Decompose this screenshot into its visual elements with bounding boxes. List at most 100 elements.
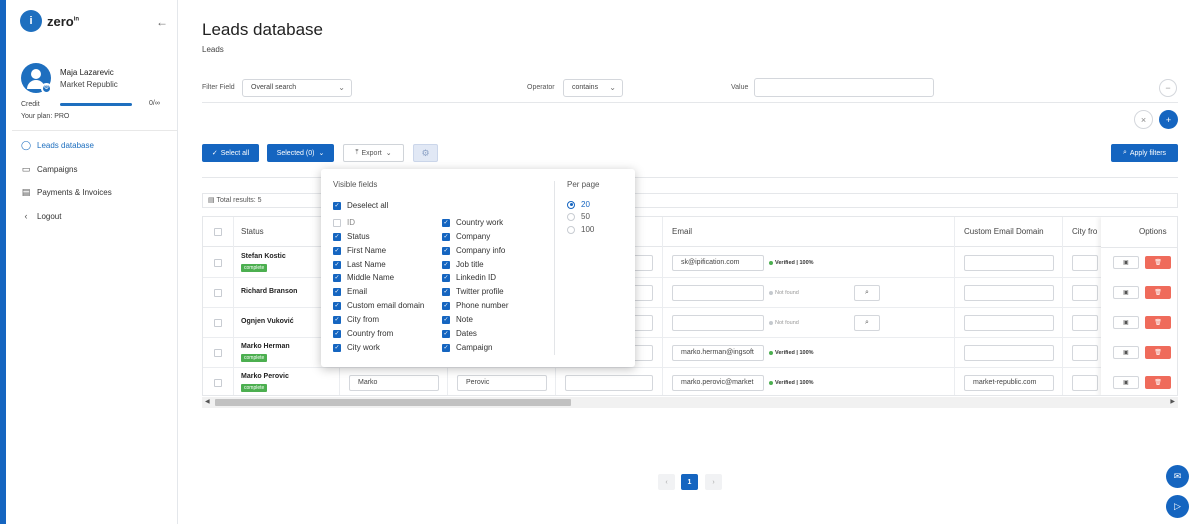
apply-filters-button[interactable]: ⌕ Apply filters [1111,144,1178,162]
first-name-input[interactable]: Marko [349,375,439,391]
field-toggle-country-work[interactable]: Country work [442,217,503,228]
last-name-input[interactable]: Perovic [457,375,547,391]
delete-lead-icon[interactable]: 🗑 [1145,346,1171,359]
view-lead-icon[interactable]: ▣ [1113,316,1139,329]
app-logo[interactable]: i zeroin [20,10,79,32]
sidebar-item-leads-database[interactable]: ◯ Leads database [20,140,94,151]
chat-icon[interactable]: ✉ [1166,465,1189,488]
view-lead-icon[interactable]: ▣ [1113,376,1139,389]
clear-filters-icon[interactable]: × [1134,110,1153,129]
sidebar-item-logout[interactable]: ‹ Logout [20,211,62,221]
email-input[interactable]: sk@ipification.com [672,255,764,271]
settings-badge-icon[interactable]: ⚙ [41,83,52,94]
row-checkbox[interactable] [214,349,222,357]
horizontal-scrollbar[interactable]: ◀ ▶ [202,397,1178,408]
scrollbar-thumb[interactable] [215,399,571,406]
table-row[interactable]: Marko Perovic complete Marko Perovic mar… [203,368,1177,395]
field-toggle-company-info[interactable]: Company info [442,245,505,256]
custom-domain-input[interactable]: market-republic.com [964,375,1054,391]
custom-domain-input[interactable] [964,285,1054,301]
row-checkbox[interactable] [214,319,222,327]
column-header-email[interactable]: Email [672,227,692,236]
remove-filter-icon[interactable]: − [1159,79,1177,97]
email-input[interactable]: marko.perovic@market [672,375,764,391]
field-toggle-city-from[interactable]: City from [333,314,379,325]
sidebar-item-payments[interactable]: ▤ Payments & Invoices [20,187,112,198]
email-input[interactable] [672,315,764,331]
breadcrumb[interactable]: Leads [202,45,224,54]
delete-lead-icon[interactable]: 🗑 [1145,256,1171,269]
field-toggle-phone-number[interactable]: Phone number [442,300,508,311]
field-toggle-campaign[interactable]: Campaign [442,342,492,353]
delete-lead-icon[interactable]: 🗑 [1145,376,1171,389]
operator-select[interactable]: contains ⌄ [563,79,623,97]
field-toggle-id[interactable]: ID [333,217,355,228]
field-toggle-linkedin-id[interactable]: Linkedin ID [442,272,496,283]
popup-divider [554,181,555,355]
per-page-option-100[interactable]: 100 [567,225,594,234]
sidebar-item-label: Campaigns [37,165,78,174]
field-toggle-job-title[interactable]: Job title [442,259,484,270]
city-from-input[interactable] [1072,285,1098,301]
sidebar: i zeroin ← ⚙ Maja Lazarevic Market Repub… [6,0,178,524]
field-toggle-company[interactable]: Company [442,231,490,242]
pagination-page-1[interactable]: 1 [681,474,698,490]
find-email-button[interactable]: ⌕ [854,315,880,331]
field-toggle-dates[interactable]: Dates [442,328,477,339]
column-header-custom-domain[interactable]: Custom Email Domain [964,227,1044,236]
row-checkbox[interactable] [214,289,222,297]
view-lead-icon[interactable]: ▣ [1113,286,1139,299]
email-input[interactable] [672,285,764,301]
view-lead-icon[interactable]: ▣ [1113,346,1139,359]
email-input[interactable]: marko.herman@ingsoft [672,345,764,361]
filter-field-select[interactable]: Overall search ⌄ [242,79,352,97]
custom-domain-input[interactable] [964,255,1054,271]
field-toggle-middle-name[interactable]: Middle Name [333,272,394,283]
find-email-button[interactable]: ⌕ [854,285,880,301]
field-toggle-custom-email-domain[interactable]: Custom email domain [333,300,424,311]
per-page-option-20[interactable]: 20 [567,200,590,209]
delete-lead-icon[interactable]: 🗑 [1145,286,1171,299]
delete-lead-icon[interactable]: 🗑 [1145,316,1171,329]
city-from-input[interactable] [1072,375,1098,391]
city-from-input[interactable] [1072,315,1098,331]
select-all-checkbox[interactable] [214,228,222,236]
column-header-city-from[interactable]: City fro [1072,227,1097,236]
chevron-down-icon: ⌄ [385,150,392,157]
scroll-left-icon[interactable]: ◀ [205,397,210,408]
select-all-button[interactable]: ✓ Select all [202,144,259,162]
collapse-sidebar-icon[interactable]: ← [156,15,168,29]
card-icon: ▤ [21,187,31,197]
column-header-status[interactable]: Status [241,227,264,236]
filter-field-label: Filter Field [202,84,235,91]
field-toggle-last-name[interactable]: Last Name [333,259,386,270]
field-toggle-status[interactable]: Status [333,231,370,242]
per-page-option-50[interactable]: 50 [567,212,590,221]
field-toggle-email[interactable]: Email [333,286,367,297]
field-toggle-city-work[interactable]: City work [333,342,380,353]
filter-value-input[interactable] [754,78,934,97]
field-toggle-country-from[interactable]: Country from [333,328,393,339]
scroll-right-icon[interactable]: ▶ [1170,397,1175,408]
sidebar-item-campaigns[interactable]: ▭ Campaigns [20,164,78,175]
field-toggle-twitter-profile[interactable]: Twitter profile [442,286,504,297]
city-from-input[interactable] [1072,255,1098,271]
sidebar-item-label: Payments & Invoices [37,188,112,197]
play-icon[interactable]: ▷ [1166,495,1189,518]
field-toggle-note[interactable]: Note [442,314,473,325]
city-from-input[interactable] [1072,345,1098,361]
field-toggle-first-name[interactable]: First Name [333,245,386,256]
selected-button[interactable]: Selected (0) ⌄ [267,144,334,162]
row-checkbox[interactable] [214,379,222,387]
export-button[interactable]: ⤒ Export ⌄ [343,144,404,162]
gear-icon[interactable]: ⚙ [413,144,438,162]
custom-domain-input[interactable] [964,315,1054,331]
deselect-all-checkbox[interactable]: Deselect all [333,200,388,211]
pagination-next[interactable]: › [705,474,722,490]
pagination-prev[interactable]: ‹ [658,474,675,490]
custom-domain-input[interactable] [964,345,1054,361]
add-filter-icon[interactable]: + [1159,110,1178,129]
middle-name-input[interactable] [565,375,653,391]
row-checkbox[interactable] [214,259,222,267]
view-lead-icon[interactable]: ▣ [1113,256,1139,269]
